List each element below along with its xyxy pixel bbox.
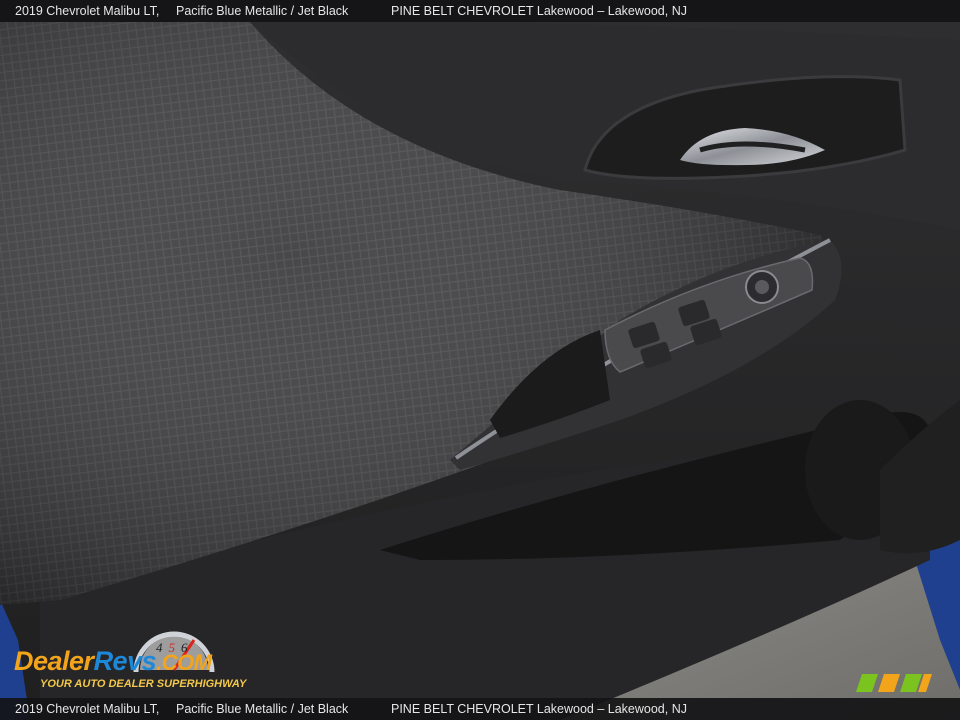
caption-bar-bottom: 2019 Chevrolet Malibu LT, Pacific Blue M…: [0, 698, 960, 720]
speed-stripes-logo: [856, 674, 932, 692]
caption-color: Pacific Blue Metallic / Jet Black: [176, 4, 349, 18]
mirror-control-icon: [745, 270, 779, 304]
caption-color: Pacific Blue Metallic / Jet Black: [176, 702, 349, 716]
dealerrevs-watermark: 456 DealerRevs.COM YOUR AUTO DEALER SUPE…: [10, 622, 270, 694]
brand-tagline: YOUR AUTO DEALER SUPERHIGHWAY: [40, 678, 247, 690]
brand-wordmark: DealerRevs.COM: [14, 646, 212, 676]
caption-vehicle: 2019 Chevrolet Malibu LT,: [15, 702, 160, 716]
caption-vehicle: 2019 Chevrolet Malibu LT,: [15, 4, 160, 18]
door-panel-photo: [0, 0, 960, 720]
caption-bar-top: 2019 Chevrolet Malibu LT, Pacific Blue M…: [0, 0, 960, 22]
caption-dealer: PINE BELT CHEVROLET Lakewood – Lakewood,…: [391, 4, 687, 18]
caption-dealer: PINE BELT CHEVROLET Lakewood – Lakewood,…: [391, 702, 687, 716]
